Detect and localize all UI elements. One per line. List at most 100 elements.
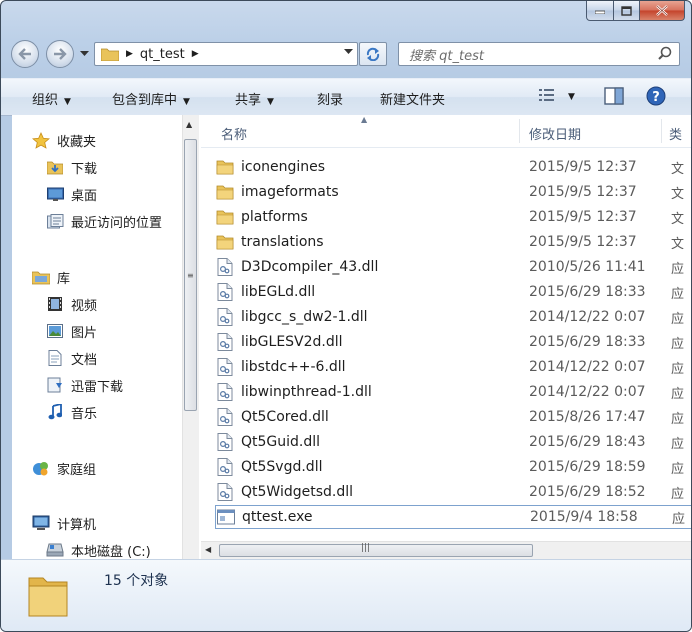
file-row[interactable]: Qt5Svgd.dll 2015/6/29 18:59 应 — [215, 455, 691, 479]
nav-item-computer[interactable]: 计算机 — [32, 512, 96, 534]
dll-file-icon — [215, 357, 235, 377]
nav-label: 文档 — [71, 352, 98, 368]
file-row[interactable]: libstdc++-6.dll 2014/12/22 0:07 应 — [215, 355, 691, 379]
column-divider[interactable] — [661, 119, 662, 143]
horizontal-scrollbar[interactable]: ◀ ||| — [201, 541, 691, 559]
file-name: Qt5Guid.dll — [241, 434, 321, 450]
nav-item-music[interactable]: 音乐 — [46, 401, 97, 423]
nav-item-recent-places[interactable]: 最近访问的位置 — [46, 210, 162, 232]
refresh-button[interactable] — [359, 42, 387, 66]
dll-file-icon — [215, 257, 235, 277]
search-placeholder: 搜索 qt_test — [409, 48, 484, 64]
dll-file-icon — [215, 482, 235, 502]
file-row[interactable]: iconengines 2015/9/5 12:37 文 — [215, 155, 691, 179]
file-row[interactable]: platforms 2015/9/5 12:37 文 — [215, 205, 691, 229]
breadcrumb-separator-icon: ▶ — [126, 49, 133, 59]
column-divider[interactable] — [519, 119, 520, 143]
dll-file-icon — [215, 307, 235, 327]
file-row[interactable]: libGLESV2d.dll 2015/6/29 18:33 应 — [215, 330, 691, 354]
include-in-library-button[interactable]: 包含到库中 ▼ — [112, 89, 190, 108]
share-button[interactable]: 共享 ▼ — [235, 89, 274, 108]
column-header-name[interactable]: 名称 — [221, 124, 247, 143]
help-button[interactable]: ? — [646, 86, 666, 110]
nav-item-documents[interactable]: 文档 — [46, 347, 97, 369]
address-dropdown-icon[interactable] — [344, 49, 353, 55]
nav-label: 视频 — [71, 298, 98, 314]
nav-item-homegroup[interactable]: 家庭组 — [32, 457, 96, 479]
refresh-icon — [366, 47, 380, 61]
file-name: imageformats — [241, 184, 339, 200]
nav-label: 桌面 — [71, 188, 98, 204]
file-name: platforms — [241, 209, 308, 225]
file-row[interactable]: Qt5Guid.dll 2015/6/29 18:43 应 — [215, 430, 691, 454]
file-row[interactable]: translations 2015/9/5 12:37 文 — [215, 230, 691, 254]
scrollbar-thumb[interactable] — [219, 544, 533, 557]
file-row[interactable]: D3Dcompiler_43.dll 2010/5/26 11:41 应 — [215, 255, 691, 279]
nav-item-favorites[interactable]: 收藏夹 — [32, 129, 96, 151]
content-area: 收藏夹 下载 桌面 最近访问的位置 库 视频 图片 文档 迅雷下载 音乐 家庭组… — [12, 115, 691, 561]
scrollbar-grip-icon: ≡ — [187, 271, 194, 280]
back-arrow-icon — [18, 48, 31, 60]
nav-item-videos[interactable]: 视频 — [46, 293, 97, 315]
file-row[interactable]: imageformats 2015/9/5 12:37 文 — [215, 180, 691, 204]
hard-drive-icon — [46, 541, 64, 559]
navigation-bar: ▶ qt_test ▶ 搜索 qt_test — [1, 39, 691, 69]
file-row[interactable]: qttest.exe 2015/9/4 18:58 应 — [215, 505, 691, 529]
new-folder-button[interactable]: 新建文件夹 — [380, 89, 445, 108]
svg-text:?: ? — [652, 90, 660, 105]
nav-item-xunlei-downloads[interactable]: 迅雷下载 — [46, 374, 123, 396]
caption-buttons — [586, 1, 685, 21]
nav-label: 音乐 — [71, 406, 98, 422]
homegroup-icon — [32, 459, 50, 477]
scroll-up-arrow-icon[interactable]: ▲ — [186, 120, 192, 129]
file-type: 应 — [671, 461, 685, 477]
folder-icon — [215, 232, 235, 252]
file-date-modified: 2015/9/5 12:37 — [529, 184, 637, 200]
back-button[interactable] — [11, 40, 39, 68]
preview-pane-button[interactable] — [604, 87, 624, 109]
nav-item-desktop[interactable]: 桌面 — [46, 183, 97, 205]
navigation-pane-scrollbar[interactable]: ▲ ≡ — [182, 115, 199, 559]
sort-ascending-icon: ▲ — [361, 115, 368, 124]
nav-item-local-disk-c[interactable]: 本地磁盘 (C:) — [46, 539, 151, 561]
application-icon — [216, 507, 236, 527]
nav-label: 收藏夹 — [57, 134, 97, 150]
search-box[interactable]: 搜索 qt_test — [398, 42, 680, 66]
address-bar[interactable]: ▶ qt_test ▶ — [94, 42, 358, 66]
details-pane: 15 个对象 — [1, 559, 691, 631]
file-row[interactable]: Qt5Cored.dll 2015/8/26 17:47 应 — [215, 405, 691, 429]
folder-icon — [101, 48, 119, 61]
file-row[interactable]: libgcc_s_dw2-1.dll 2014/12/22 0:07 应 — [215, 305, 691, 329]
burn-button[interactable]: 刻录 — [317, 89, 343, 108]
file-name: libwinpthread-1.dll — [241, 384, 372, 400]
file-date-modified: 2015/6/29 18:43 — [529, 434, 646, 450]
organize-menu-button[interactable]: 组织 ▼ — [32, 89, 71, 108]
breadcrumb-current[interactable]: qt_test — [140, 47, 185, 62]
view-options-button[interactable]: ▼ — [538, 87, 575, 103]
file-date-modified: 2015/6/29 18:52 — [529, 484, 646, 500]
search-icon[interactable] — [658, 46, 672, 60]
nav-item-libraries[interactable]: 库 — [32, 266, 70, 288]
chevron-down-icon: ▼ — [267, 97, 274, 107]
file-row[interactable]: libEGLd.dll 2015/6/29 18:33 应 — [215, 280, 691, 304]
folder-icon — [28, 577, 68, 617]
column-header-type[interactable]: 类 — [669, 124, 682, 143]
close-button[interactable] — [640, 1, 685, 21]
dll-file-icon — [215, 332, 235, 352]
file-row[interactable]: Qt5Widgetsd.dll 2015/6/29 18:52 应 — [215, 480, 691, 504]
recent-pages-chevron-icon[interactable] — [80, 51, 89, 57]
nav-item-pictures[interactable]: 图片 — [46, 320, 97, 342]
file-row[interactable]: libwinpthread-1.dll 2014/12/22 0:07 应 — [215, 380, 691, 404]
forward-button[interactable] — [46, 40, 74, 68]
recent-places-icon — [46, 212, 64, 230]
column-header-date-modified[interactable]: 修改日期 — [529, 124, 581, 143]
forward-arrow-icon — [54, 48, 67, 60]
maximize-button[interactable] — [614, 1, 640, 21]
computer-icon — [32, 514, 50, 532]
file-list: ▲ 名称 修改日期 类 iconengines 2015/9/5 12:37 文 im… — [201, 115, 691, 559]
breadcrumb-separator-icon[interactable]: ▶ — [192, 49, 199, 59]
scroll-left-arrow-icon[interactable]: ◀ — [205, 545, 211, 554]
minimize-button[interactable] — [586, 1, 614, 21]
file-type: 应 — [671, 311, 685, 327]
nav-item-downloads[interactable]: 下载 — [46, 156, 97, 178]
